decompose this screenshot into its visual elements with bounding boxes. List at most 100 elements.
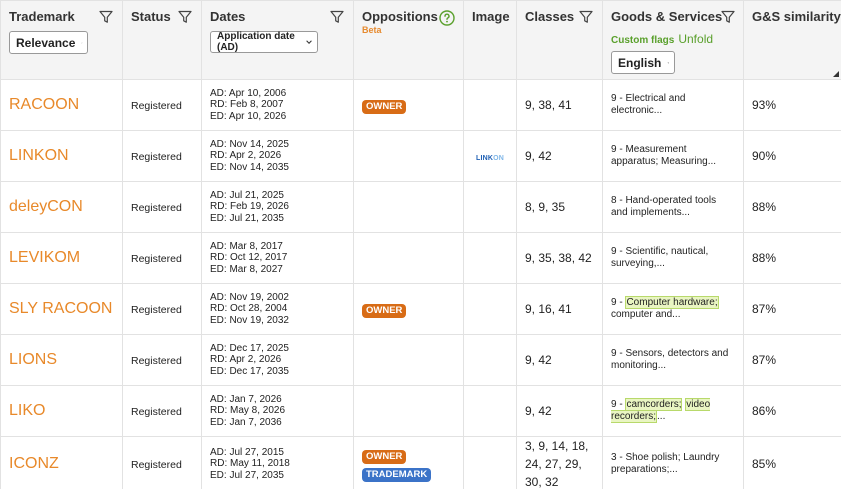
cell-status: Registered (123, 386, 202, 437)
filter-icon[interactable] (178, 10, 192, 24)
cell-classes: 3, 9, 14, 18, 24, 27, 29, 30, 32 (517, 437, 603, 489)
cell-similarity: 90% (744, 131, 841, 182)
trademark-name-link[interactable]: deleyCON (9, 198, 114, 216)
custom-flags-row: Custom flags Unfold (611, 32, 743, 46)
similarity-value: 86% (752, 404, 776, 418)
cell-image (464, 284, 517, 335)
cell-goods: 3 - Shoe polish; Laundry preparations;..… (603, 437, 744, 489)
expiry-date: ED: Nov 19, 2032 (210, 315, 345, 327)
trademark-name-link[interactable]: LIKO (9, 402, 114, 420)
cell-oppositions (354, 233, 464, 284)
chevron-down-icon (81, 38, 83, 48)
application-date: AD: Jan 7, 2026 (210, 394, 345, 406)
trademark-name-link[interactable]: RACOON (9, 96, 114, 114)
cell-similarity: 85% (744, 437, 841, 489)
col-similarity-title: G&S similarity (752, 9, 841, 24)
application-date: AD: Jul 27, 2015 (210, 447, 345, 459)
relevance-select[interactable]: Relevance (9, 31, 88, 54)
registration-date: RD: Oct 28, 2004 (210, 303, 345, 315)
filter-icon[interactable] (99, 10, 113, 24)
goods-text: 8 - Hand-operated tools and implements..… (611, 195, 716, 218)
cell-classes: 9, 38, 41 (517, 80, 603, 131)
expiry-date: ED: Jan 7, 2036 (210, 417, 345, 429)
col-classes: Classes (517, 1, 603, 80)
cell-dates: AD: Nov 14, 2025RD: Apr 2, 2026ED: Nov 1… (202, 131, 354, 182)
similarity-value: 93% (752, 98, 776, 112)
cell-image: LINKON (464, 131, 517, 182)
registration-date: RD: Feb 19, 2026 (210, 201, 345, 213)
cell-trademark: LIKO (1, 386, 123, 437)
cell-similarity: 93% (744, 80, 841, 131)
classes-text: 9, 42 (525, 404, 552, 418)
cell-dates: AD: Nov 19, 2002RD: Oct 28, 2004ED: Nov … (202, 284, 354, 335)
registration-date: RD: Oct 12, 2017 (210, 252, 345, 264)
resize-corner-icon[interactable] (833, 71, 839, 77)
cell-trademark: ICONZ (1, 437, 123, 489)
status-text: Registered (131, 202, 182, 214)
table-row[interactable]: LEVIKOMRegisteredAD: Mar 8, 2017RD: Oct … (1, 233, 841, 284)
table-row[interactable]: RACOONRegisteredAD: Apr 10, 2006RD: Feb … (1, 80, 841, 131)
goods-text: 9 - Sensors, detectors and monitoring... (611, 348, 728, 371)
goods-text: 3 - Shoe polish; Laundry preparations;..… (611, 452, 719, 475)
cell-status: Registered (123, 335, 202, 386)
goods-class-prefix: 9 - (611, 297, 625, 308)
status-text: Registered (131, 355, 182, 367)
beta-label: Beta (362, 25, 463, 35)
language-select[interactable]: English (611, 51, 675, 74)
cell-trademark: LINKON (1, 131, 123, 182)
cell-classes: 9, 16, 41 (517, 284, 603, 335)
filter-icon[interactable] (330, 10, 344, 24)
trademark-name-link[interactable]: ICONZ (9, 455, 114, 473)
filter-icon[interactable] (721, 10, 735, 24)
cell-goods: 9 - Computer hardware; computer and... (603, 284, 744, 335)
table-row[interactable]: LINKON Registered AD: Nov 14, 2025RD: Apr … (1, 131, 841, 182)
custom-flags-link[interactable]: Custom flags (611, 35, 674, 46)
trademark-logo-image[interactable]: LINKON (476, 155, 504, 162)
cell-similarity: 86% (744, 386, 841, 437)
expiry-date: ED: Mar 8, 2027 (210, 264, 345, 276)
status-text: Registered (131, 100, 182, 112)
trademark-name-link[interactable]: LINKON (9, 147, 114, 165)
cell-goods: 9 - Scientific, nautical, surveying,... (603, 233, 744, 284)
unfold-link[interactable]: Unfold (678, 32, 713, 46)
trademark-name-link[interactable]: SLY RACOON (9, 300, 114, 318)
col-similarity: G&S similarity (744, 1, 841, 80)
date-sort-select[interactable]: Application date (AD) (210, 31, 318, 53)
registration-date: RD: Apr 2, 2026 (210, 354, 345, 366)
registration-date: RD: Feb 8, 2007 (210, 99, 345, 111)
cell-goods: 9 - Measurement apparatus; Measuring... (603, 131, 744, 182)
table-row[interactable]: LIONSRegisteredAD: Dec 17, 2025RD: Apr 2… (1, 335, 841, 386)
col-trademark: Trademark Relevance (1, 1, 123, 80)
cell-status: Registered (123, 80, 202, 131)
cell-similarity: 87% (744, 284, 841, 335)
table-row[interactable]: ICONZRegisteredAD: Jul 27, 2015RD: May 1… (1, 437, 841, 489)
table-row[interactable]: LIKO Registered AD: Jan 7, 2026RD: May 8, … (1, 386, 841, 437)
trademark-name-link[interactable]: LIONS (9, 351, 114, 369)
similarity-value: 87% (752, 302, 776, 316)
cell-image (464, 80, 517, 131)
status-text: Registered (131, 151, 182, 163)
goods-text: 9 - Scientific, nautical, surveying,... (611, 246, 708, 269)
cell-classes: 8, 9, 35 (517, 182, 603, 233)
cell-goods: 9 - Sensors, detectors and monitoring... (603, 335, 744, 386)
cell-classes: 9, 35, 38, 42 (517, 233, 603, 284)
classes-text: 9, 35, 38, 42 (525, 251, 592, 265)
application-date: AD: Nov 19, 2002 (210, 292, 345, 304)
trademark-name-link[interactable]: LEVIKOM (9, 249, 114, 267)
status-text: Registered (131, 304, 182, 316)
table-row[interactable]: SLY RACOON Registered AD: Nov 19, 2002RD: … (1, 284, 841, 335)
cell-similarity: 88% (744, 233, 841, 284)
table-row[interactable]: deleyCONRegisteredAD: Jul 21, 2025RD: Fe… (1, 182, 841, 233)
cell-trademark: SLY RACOON (1, 284, 123, 335)
goods-highlight: Computer hardware; (625, 296, 718, 309)
goods-text: computer and... (611, 309, 680, 320)
trademark-results-table: Trademark Relevance Status Dates (0, 0, 841, 489)
cell-image (464, 335, 517, 386)
cell-image (464, 233, 517, 284)
help-icon[interactable] (439, 10, 455, 26)
cell-image (464, 437, 517, 489)
similarity-value: 88% (752, 200, 776, 214)
filter-icon[interactable] (579, 10, 593, 24)
registration-date: RD: May 11, 2018 (210, 458, 345, 470)
registration-date: RD: May 8, 2026 (210, 405, 345, 417)
